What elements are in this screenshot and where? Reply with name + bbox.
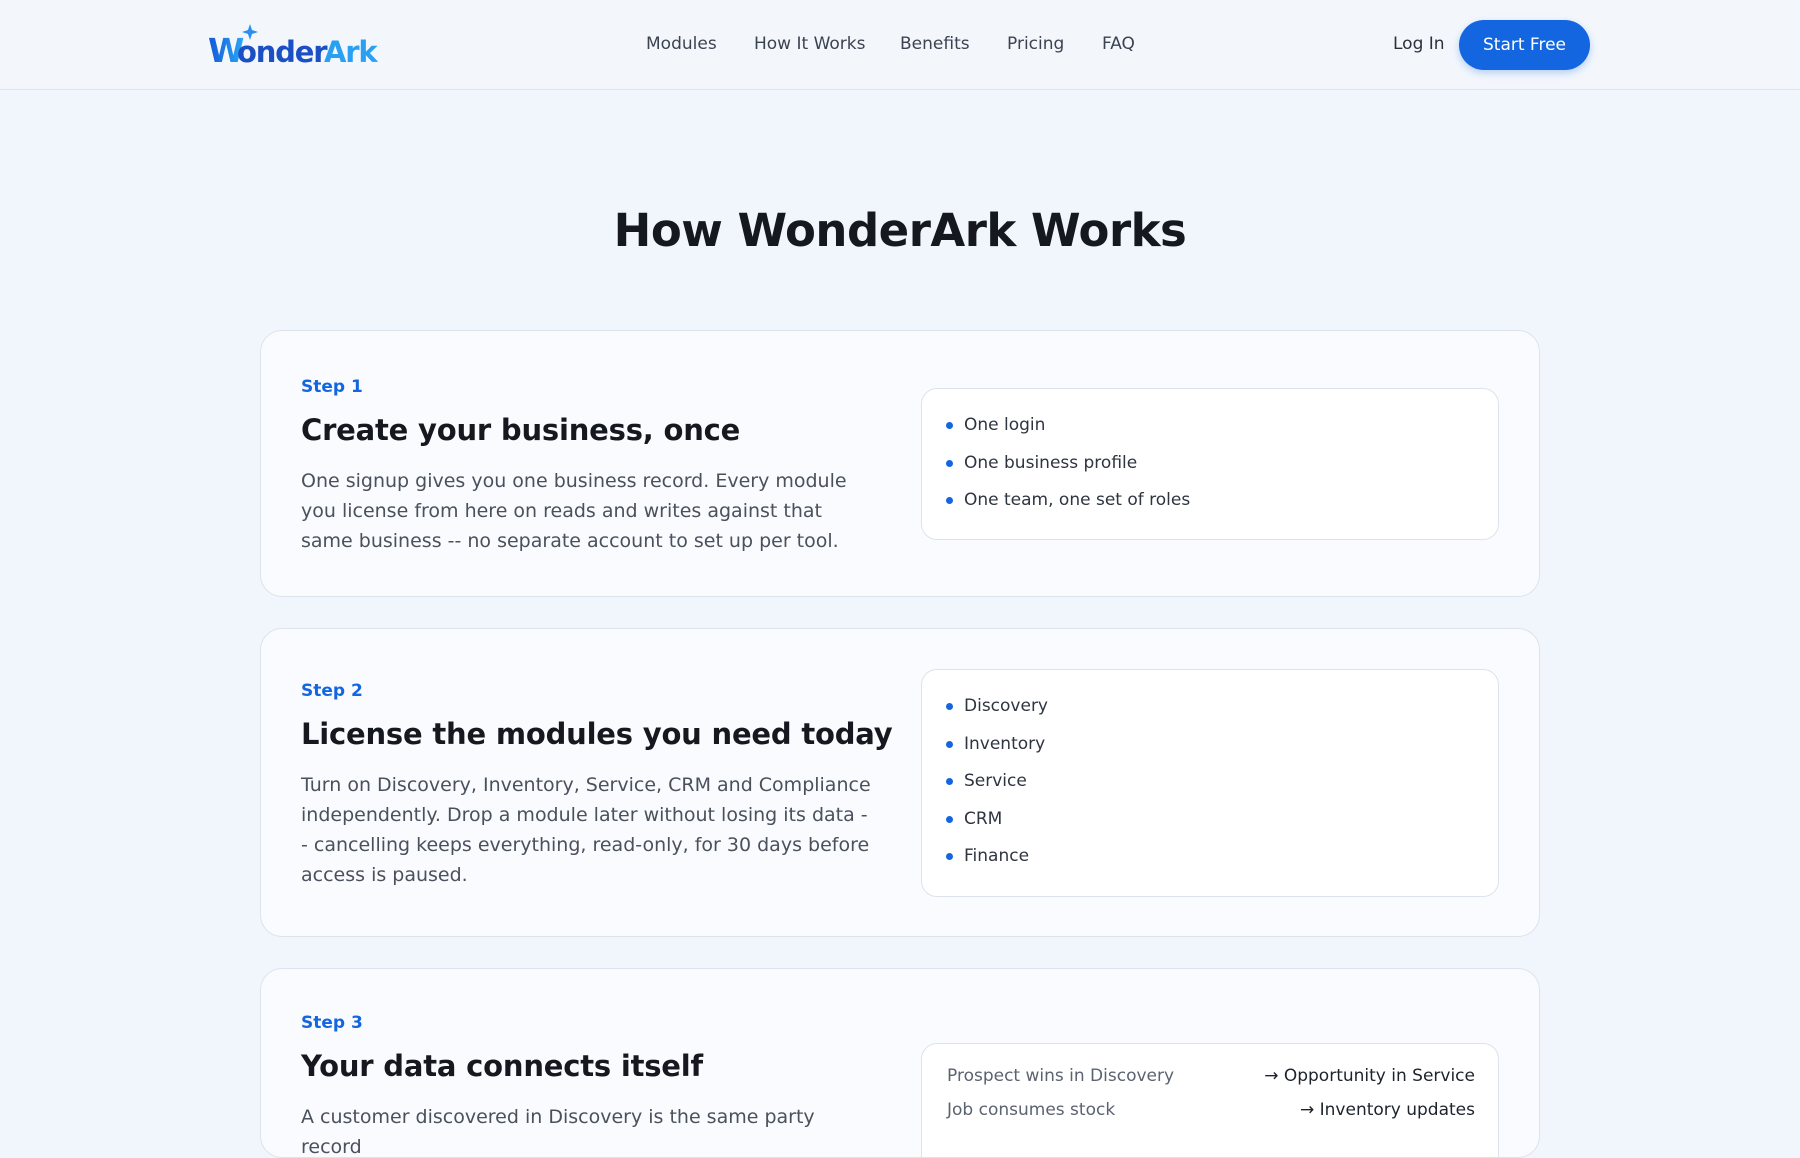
logo-wordmark: W onder Ark: [208, 24, 380, 68]
step-description: Turn on Discovery, Inventory, Service, C…: [301, 774, 871, 886]
step-heading: Create your business, once: [301, 413, 741, 447]
step-card-3: Step 3 Your data connects itself A custo…: [260, 968, 1540, 1158]
step-feature-box: One login One business profile One team,…: [921, 388, 1499, 540]
nav-link-benefits[interactable]: Benefits: [900, 34, 970, 54]
flow-target: → Opportunity in Service: [1264, 1066, 1475, 1086]
feature-item: One team, one set of roles: [946, 482, 1190, 520]
step-card-2: Step 2 License the modules you need toda…: [260, 628, 1540, 937]
nav-link-modules[interactable]: Modules: [646, 34, 717, 54]
nav-link-pricing[interactable]: Pricing: [1007, 34, 1064, 54]
module-list-box: Discovery Inventory Service CRM Finance: [921, 669, 1499, 897]
step-label: Step 3: [301, 1013, 363, 1033]
wonderark-logo[interactable]: W onder Ark: [208, 22, 390, 68]
nav-link-faq[interactable]: FAQ: [1102, 34, 1135, 54]
module-item-discovery: Discovery: [946, 688, 1048, 726]
step-label: Step 1: [301, 377, 363, 397]
step-card-1: Step 1 Create your business, once One si…: [260, 330, 1540, 597]
login-link[interactable]: Log In: [1393, 34, 1445, 54]
start-free-button[interactable]: Start Free: [1459, 20, 1590, 70]
data-flow-box: Prospect wins in Discovery → Opportunity…: [921, 1043, 1499, 1157]
feature-item: One login: [946, 407, 1190, 445]
module-list: Discovery Inventory Service CRM Finance: [946, 688, 1048, 876]
feature-list: One login One business profile One team,…: [946, 407, 1190, 520]
logo-text-ark: Ark: [324, 35, 378, 68]
module-item-inventory: Inventory: [946, 726, 1048, 764]
feature-item: One business profile: [946, 445, 1190, 483]
data-flow-row: Job consumes stock → Inventory updates: [947, 1100, 1475, 1130]
module-item-finance: Finance: [946, 838, 1048, 876]
step-label: Step 2: [301, 681, 363, 701]
top-navigation-bar: W onder Ark Modules How It Works Benefit…: [0, 0, 1800, 90]
step-description: One signup gives you one business record…: [301, 470, 847, 552]
step-description: A customer discovered in Discovery is th…: [301, 1106, 815, 1158]
step-heading: Your data connects itself: [301, 1049, 703, 1083]
logo-text-onder: onder: [237, 35, 328, 68]
flow-source: Prospect wins in Discovery: [947, 1066, 1175, 1086]
step-heading: License the modules you need today: [301, 717, 893, 751]
flow-target: → Inventory updates: [1299, 1100, 1475, 1120]
page-title: How WonderArk Works: [613, 204, 1187, 257]
flow-source: Job consumes stock: [947, 1100, 1116, 1120]
module-item-service: Service: [946, 763, 1048, 801]
module-item-crm: CRM: [946, 801, 1048, 839]
nav-link-how-it-works[interactable]: How It Works: [754, 34, 865, 54]
data-flow-row: Prospect wins in Discovery → Opportunity…: [947, 1066, 1475, 1096]
